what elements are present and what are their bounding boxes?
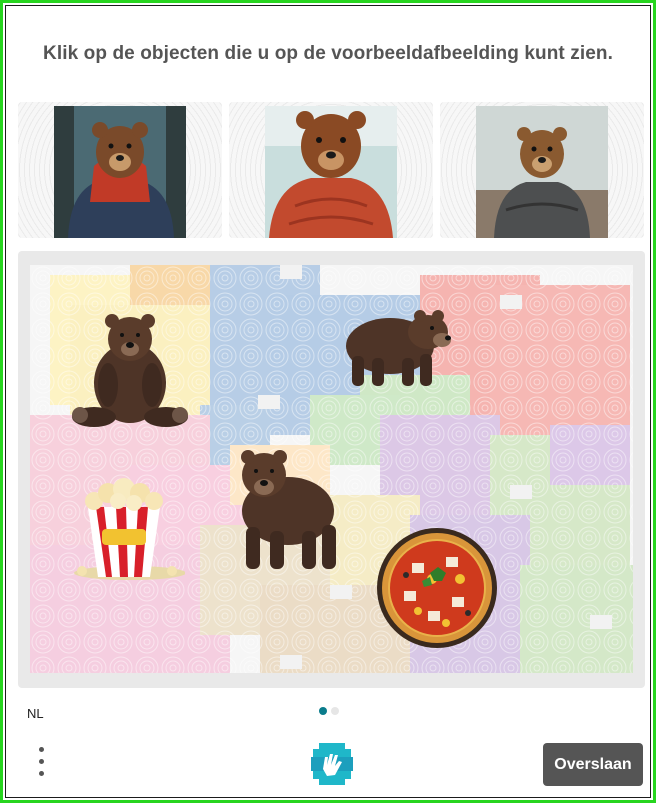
example-image-1 [18, 102, 222, 238]
example-image-3 [440, 102, 644, 238]
challenge-canvas[interactable] [30, 265, 633, 673]
hcaptcha-logo-icon[interactable] [309, 741, 355, 787]
pizza[interactable] [376, 527, 498, 649]
captcha-frame: Klik op de objecten die u op de voorbeel… [0, 0, 656, 803]
example-image-2 [229, 102, 433, 238]
challenge-area [18, 251, 645, 688]
page-dot-inactive [331, 707, 339, 715]
walking-bear[interactable] [340, 300, 455, 390]
popcorn[interactable] [60, 477, 185, 582]
language-selector[interactable]: NL [27, 706, 44, 721]
example-images [18, 102, 644, 238]
challenge-prompt: Klik op de objecten die u op de voorbeel… [43, 43, 613, 64]
more-options-icon[interactable] [35, 747, 49, 781]
sitting-bear[interactable] [70, 305, 190, 435]
bear-red-jacket-icon [265, 106, 397, 238]
page-dot-active [319, 707, 327, 715]
bear-hoodie-icon [54, 106, 186, 238]
skip-button[interactable]: Overslaan [543, 743, 643, 786]
standing-bear[interactable] [226, 447, 344, 572]
bear-grey-jacket-icon [476, 106, 608, 238]
